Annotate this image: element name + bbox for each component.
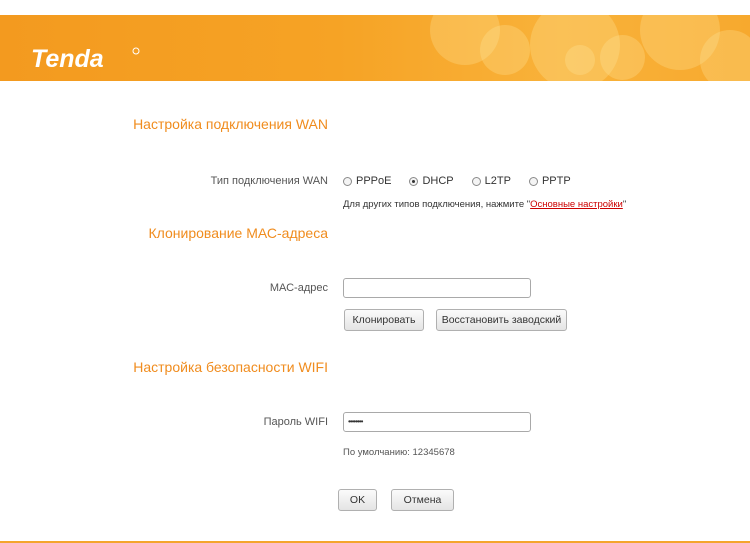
restore-default-button[interactable]: Восстановить заводский [436,309,567,331]
wifi-default-note: По умолчанию: 12345678 [343,447,455,458]
mac-address-input[interactable] [343,278,531,298]
wan-type-label: Тип подключения WAN [210,175,328,187]
clone-button[interactable]: Клонировать [344,309,424,331]
radio-dhcp[interactable]: DHCP [409,175,454,187]
logo-text: Tenda [31,45,104,73]
wifi-password-input[interactable]: •••••••• [343,412,531,432]
wan-type-radio-group: PPPoE DHCP L2TP PPTP [343,174,589,188]
top-margin [0,0,750,15]
radio-pptp[interactable]: PPTP [528,175,571,187]
wan-section-title: Настройка подключения WAN [133,116,328,132]
radio-dhcp-dot[interactable] [409,176,419,186]
radio-pptp-dot[interactable] [528,176,538,186]
radio-pppoe[interactable]: PPPoE [343,175,391,187]
wifi-password-label: Пароль WIFI [263,416,328,428]
basic-settings-link[interactable]: Основные настройки [530,199,623,210]
header-banner: Tenda [0,15,750,81]
radio-pppoe-dot[interactable] [343,176,352,186]
wifi-section-title: Настройка безопасности WIFI [133,359,328,375]
radio-l2tp[interactable]: L2TP [471,175,511,187]
tenda-logo: Tenda [31,45,140,73]
mac-section-title: Клонирование МАС-адреса [148,225,328,241]
mac-address-label: МАС-адрес [269,282,328,294]
wan-hint: Для других типов подключения, нажмите "О… [343,199,627,210]
cancel-button[interactable]: Отмена [391,489,454,511]
radio-l2tp-dot[interactable] [471,176,481,186]
ok-button[interactable]: OK [338,489,377,511]
